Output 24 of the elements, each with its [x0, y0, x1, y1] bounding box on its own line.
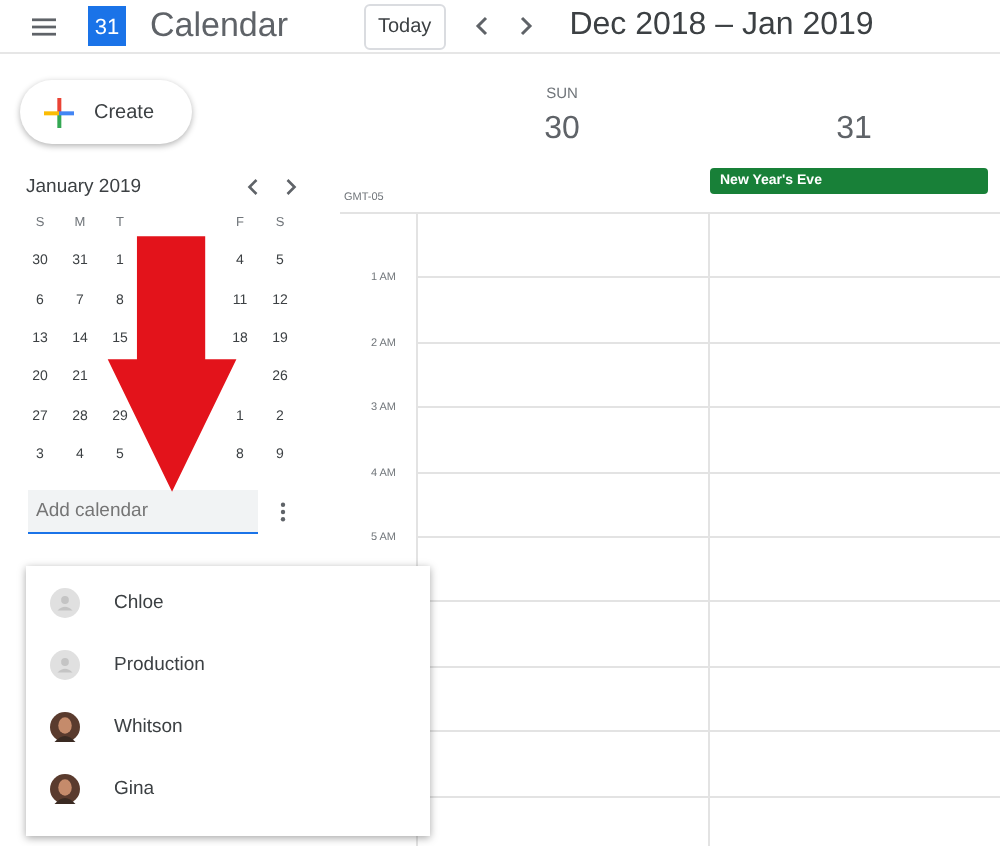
- date-number[interactable]: 31: [836, 112, 872, 152]
- create-button[interactable]: Create: [20, 80, 192, 144]
- next-icon[interactable]: [517, 16, 534, 36]
- menu-icon[interactable]: [32, 17, 56, 35]
- date-range-title: Dec 2018 – Jan 2019: [569, 6, 874, 46]
- avatar-icon: [50, 774, 80, 804]
- previous-icon[interactable]: [473, 16, 490, 36]
- more-options-icon[interactable]: [280, 502, 286, 523]
- month-title: January 2019: [26, 176, 144, 198]
- suggestion-item[interactable]: Chloe: [26, 572, 430, 634]
- suggestion-item[interactable]: Gina: [26, 758, 430, 820]
- suggestion-item[interactable]: Whitson: [26, 696, 430, 758]
- calendar-logo: 31: [88, 6, 126, 46]
- avatar-icon: [50, 650, 80, 680]
- avatar-icon: [50, 712, 80, 742]
- app-name: Calendar: [150, 4, 288, 48]
- previous-month-icon[interactable]: [246, 178, 260, 196]
- avatar-icon: [50, 588, 80, 618]
- next-month-icon[interactable]: [284, 178, 298, 196]
- date-number[interactable]: 30: [544, 112, 580, 152]
- plus-icon: [44, 97, 74, 127]
- add-calendar-field[interactable]: Add calendar: [28, 490, 258, 535]
- suggestion-item[interactable]: Production: [26, 634, 430, 696]
- today-button[interactable]: Today: [364, 3, 446, 49]
